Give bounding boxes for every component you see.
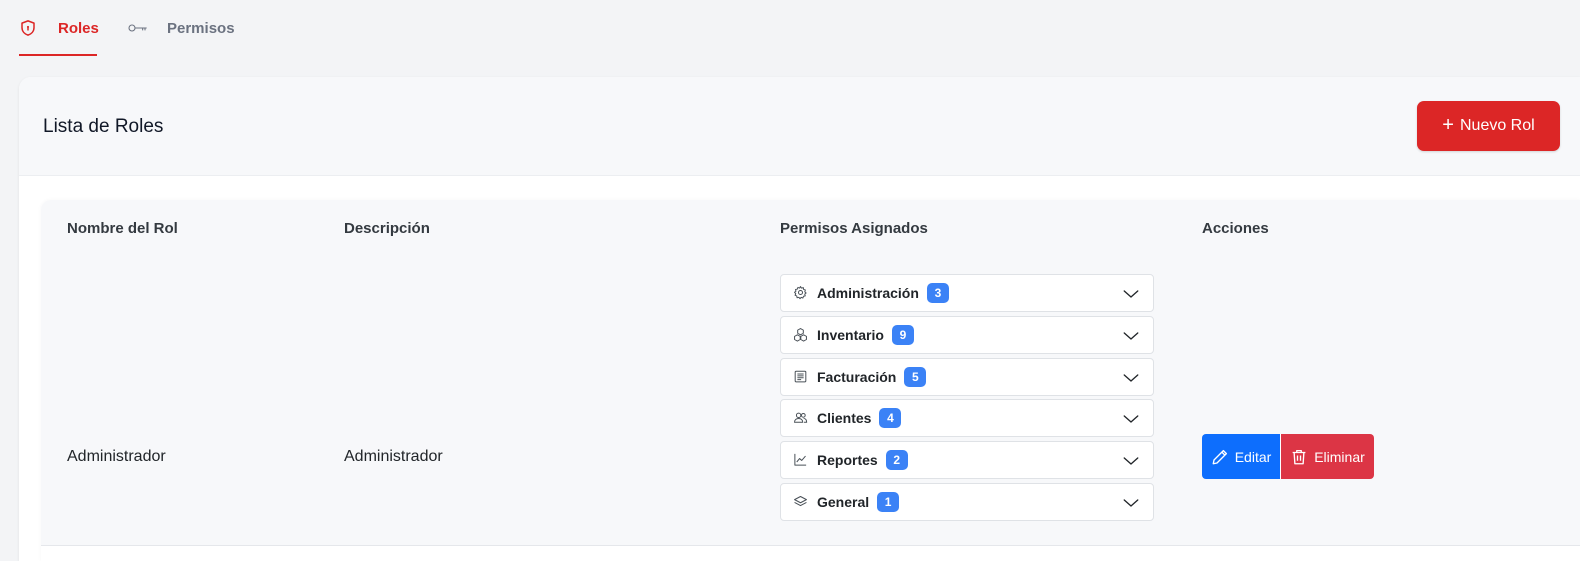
key-icon — [128, 18, 148, 38]
chevron-down-icon — [1122, 410, 1140, 428]
edit-label: Editar — [1234, 448, 1272, 465]
chevron-down-icon — [1122, 494, 1140, 512]
boxes-icon — [793, 327, 809, 343]
column-header-permissions: Permisos Asignados — [780, 220, 928, 237]
pencil-icon — [1211, 448, 1229, 466]
shield-icon — [19, 18, 37, 38]
delete-button[interactable]: Eliminar — [1280, 434, 1374, 479]
permission-group-facturacion[interactable]: Facturación 5 — [780, 357, 1154, 396]
trash-icon — [1290, 448, 1308, 466]
new-role-button[interactable]: + Nuevo Rol — [1417, 101, 1560, 151]
chart-line-icon — [793, 452, 809, 468]
permissions-accordion: Administración 3 Inventario 9 Facturació… — [780, 274, 1154, 525]
chevron-down-icon — [1122, 285, 1140, 303]
tab-permisos-label: Permisos — [167, 19, 235, 37]
permission-group-label: Reportes — [817, 452, 878, 469]
permission-group-label: Administración — [817, 285, 919, 301]
gear-icon — [793, 285, 809, 301]
column-header-name: Nombre del Rol — [67, 220, 178, 237]
page-title: Lista de Roles — [43, 116, 164, 137]
permission-count-badge: 9 — [891, 324, 914, 345]
tab-bar: Roles Permisos — [19, 0, 235, 56]
permission-group-label: Inventario — [817, 326, 884, 343]
invoice-icon — [793, 369, 809, 385]
permission-count-badge: 2 — [885, 450, 908, 471]
chevron-down-icon — [1122, 369, 1140, 387]
permission-group-clientes[interactable]: Clientes 4 — [780, 399, 1154, 438]
tab-permisos[interactable]: Permisos — [128, 0, 235, 56]
permission-group-label: Clientes — [817, 410, 872, 427]
role-description: Administrador — [344, 448, 443, 465]
people-icon — [793, 410, 809, 426]
permission-group-administracion[interactable]: Administración 3 — [780, 274, 1154, 312]
permission-group-reportes[interactable]: Reportes 2 — [780, 441, 1154, 480]
permission-count-badge: 4 — [879, 408, 902, 429]
edit-button[interactable]: Editar — [1202, 434, 1280, 479]
new-role-label: Nuevo Rol — [1459, 117, 1535, 134]
table-row: Administrador Administrador Administraci… — [41, 257, 1580, 546]
role-name: Administrador — [67, 448, 166, 465]
tab-roles[interactable]: Roles — [19, 0, 99, 56]
permission-group-general[interactable]: General 1 — [780, 482, 1154, 521]
plus-icon: + — [1442, 114, 1454, 136]
permission-count-badge: 3 — [926, 283, 949, 303]
permission-group-label: General — [817, 493, 870, 510]
tab-roles-label: Roles — [58, 19, 99, 37]
chevron-down-icon — [1122, 452, 1140, 470]
chevron-down-icon — [1122, 327, 1140, 345]
layers-icon — [793, 494, 809, 510]
permission-count-badge: 5 — [904, 366, 927, 387]
permission-group-inventario[interactable]: Inventario 9 — [780, 315, 1154, 354]
row-actions: Editar Eliminar — [1202, 434, 1374, 479]
card-header: Lista de Roles + Nuevo Rol — [19, 77, 1580, 176]
table-header: Nombre del Rol Descripción Permisos Asig… — [41, 200, 1580, 257]
roles-table: Nombre del Rol Descripción Permisos Asig… — [41, 200, 1580, 561]
roles-card: Lista de Roles + Nuevo Rol Nombre del Ro… — [19, 77, 1580, 561]
delete-label: Eliminar — [1314, 448, 1365, 465]
column-header-description: Descripción — [344, 220, 430, 237]
column-header-actions: Acciones — [1202, 220, 1269, 237]
permission-count-badge: 1 — [877, 491, 900, 512]
permission-group-label: Facturación — [817, 368, 897, 385]
